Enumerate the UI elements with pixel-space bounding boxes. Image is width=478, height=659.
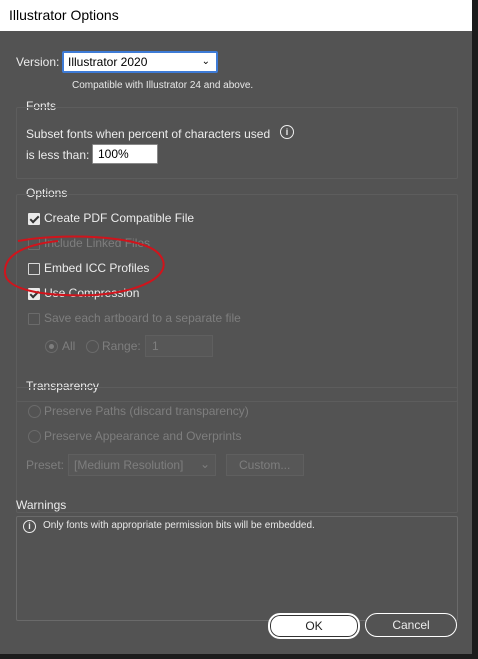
info-icon: i	[23, 520, 36, 533]
preserve-paths-label: Preserve Paths (discard transparency)	[44, 404, 249, 418]
illustrator-options-dialog: Version: Illustrator 2020 ⌄ Compatible w…	[0, 31, 472, 654]
range-value: 1	[152, 339, 159, 353]
all-radio[interactable]	[45, 340, 58, 353]
preserve-paths-radio[interactable]	[28, 405, 41, 418]
chevron-down-icon: ⌄	[201, 56, 210, 67]
preset-value: [Medium Resolution]	[74, 458, 184, 472]
preset-select[interactable]: [Medium Resolution] ⌄	[68, 454, 216, 476]
range-input[interactable]: 1	[145, 335, 213, 357]
version-label: Version:	[16, 55, 60, 69]
custom-button[interactable]: Custom...	[226, 454, 304, 476]
warnings-box	[16, 516, 458, 621]
version-select[interactable]: Illustrator 2020 ⌄	[62, 51, 218, 73]
create-pdf-checkbox[interactable]	[28, 213, 40, 225]
save-artboards-label: Save each artboard to a separate file	[44, 311, 241, 325]
ok-button[interactable]: OK	[268, 613, 360, 639]
warnings-heading: Warnings	[16, 498, 67, 512]
subset-percent-value: 100%	[98, 147, 129, 161]
red-annotation-circle	[3, 235, 165, 297]
version-compatibility-note: Compatible with Illustrator 24 and above…	[72, 80, 254, 91]
subset-fonts-label: Subset fonts when percent of characters …	[26, 127, 271, 141]
window-title: Illustrator Options	[9, 7, 119, 23]
fonts-group	[16, 107, 458, 179]
info-icon[interactable]: i	[280, 125, 294, 139]
version-select-value: Illustrator 2020	[68, 55, 148, 69]
custom-button-label: Custom...	[239, 458, 291, 472]
save-artboards-checkbox[interactable]	[28, 313, 40, 325]
range-label: Range:	[102, 339, 141, 353]
preserve-appearance-label: Preserve Appearance and Overprints	[44, 429, 242, 443]
title-bar: Illustrator Options	[0, 0, 472, 31]
create-pdf-label: Create PDF Compatible File	[44, 211, 195, 225]
range-radio[interactable]	[86, 340, 99, 353]
subset-percent-input[interactable]: 100%	[92, 144, 158, 164]
chevron-down-icon: ⌄	[200, 457, 211, 471]
window-edge-bottom	[0, 654, 478, 659]
preserve-appearance-radio[interactable]	[28, 430, 41, 443]
preset-label: Preset:	[26, 458, 65, 472]
warning-message: Only fonts with appropriate permission b…	[43, 520, 315, 531]
all-label: All	[62, 339, 76, 353]
window-edge	[472, 0, 478, 659]
subset-fonts-label-2: is less than:	[26, 148, 90, 162]
cancel-button[interactable]: Cancel	[365, 613, 457, 637]
